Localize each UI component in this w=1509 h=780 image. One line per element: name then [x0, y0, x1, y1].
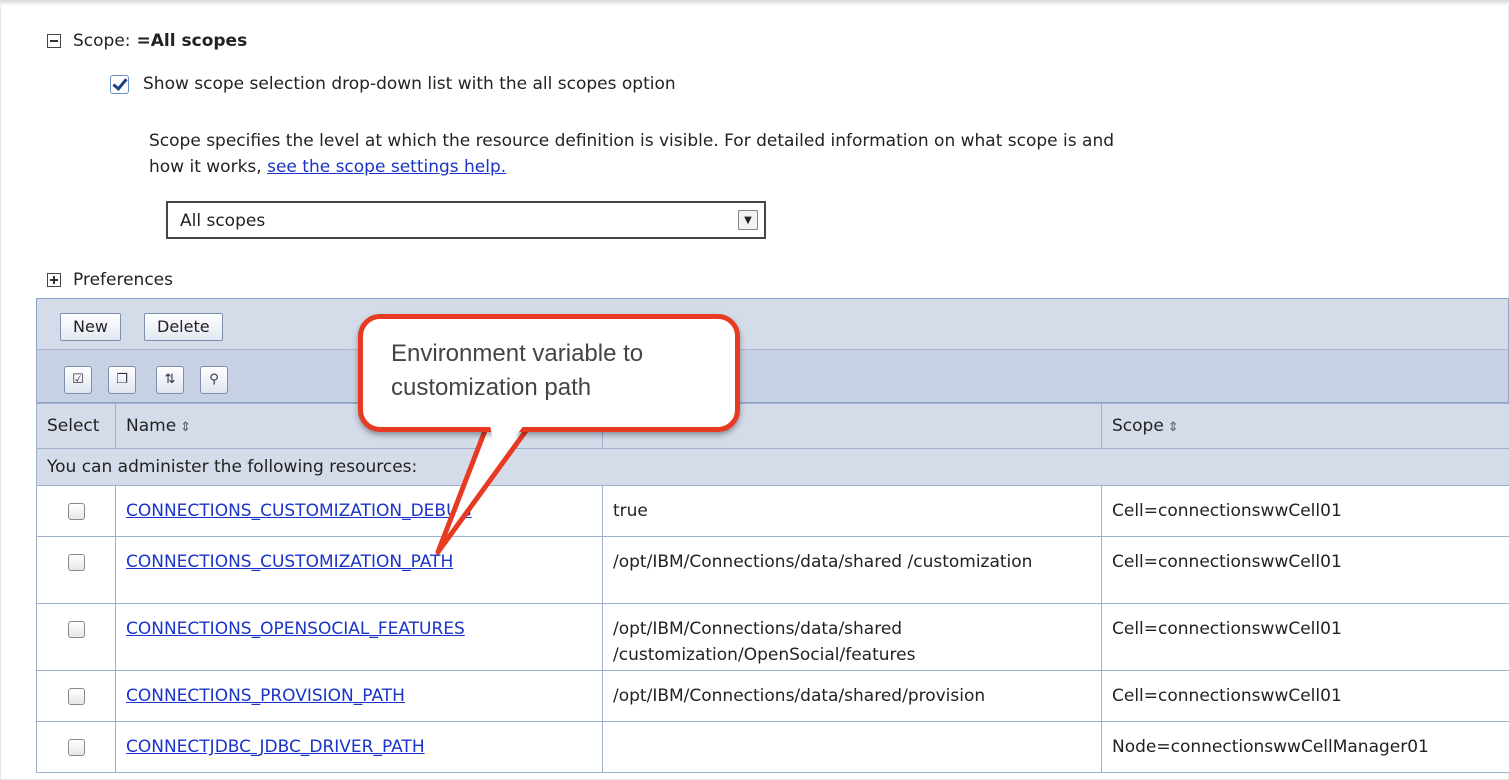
table-row: CONNECTIONS_PROVISION_PATH /opt/IBM/Conn…	[36, 670, 1509, 722]
row-checkbox[interactable]	[67, 621, 85, 638]
row-select-cell	[36, 721, 116, 773]
table-row: CONNECTIONS_CUSTOMIZATION_PATH /opt/IBM/…	[36, 536, 1509, 604]
collapse-icon[interactable]	[47, 34, 61, 48]
scope-cell: Node=connectionswwCellManager01	[1101, 721, 1509, 773]
annotation-callout: Environment variable to customization pa…	[358, 314, 740, 432]
scope-cell: Cell=connectionswwCell01	[1101, 485, 1509, 537]
row-select-cell	[36, 485, 116, 537]
scope-cell: Cell=connectionswwCell01	[1101, 536, 1509, 604]
preferences-label: Preferences	[73, 270, 173, 290]
dropdown-arrow-icon[interactable]: ▼	[738, 210, 758, 230]
row-select-cell	[36, 603, 116, 671]
row-checkbox[interactable]	[67, 739, 85, 756]
scope-cell: Cell=connectionswwCell01	[1101, 603, 1509, 671]
button-bar: New Delete	[36, 298, 1509, 349]
row-select-cell	[36, 670, 116, 722]
table-row: CONNECTIONS_OPENSOCIAL_FEATURES /opt/IBM…	[36, 603, 1509, 671]
expand-icon[interactable]	[47, 273, 61, 287]
name-cell: CONNECTIONS_PROVISION_PATH	[115, 670, 603, 722]
scope-help-link[interactable]: see the scope settings help.	[267, 157, 506, 177]
preferences-section-header[interactable]: Preferences	[47, 270, 173, 290]
variables-table-panel: New Delete ☑ ❐ ⇅ ⚲ Select Name⇕ Value⇕ S…	[36, 298, 1509, 773]
scope-label: Scope:	[73, 31, 131, 51]
show-all-scopes-option[interactable]: Show scope selection drop-down list with…	[110, 74, 676, 94]
name-cell: CONNECTIONS_CUSTOMIZATION_PATH	[115, 536, 603, 604]
variables-table: Select Name⇕ Value⇕ Scope⇕ You can admin…	[36, 403, 1509, 773]
variable-name-link[interactable]: CONNECTIONS_CUSTOMIZATION_DEBUG	[126, 501, 472, 521]
row-checkbox[interactable]	[67, 554, 85, 571]
show-all-scopes-checkbox[interactable]	[110, 74, 129, 94]
sort-icon[interactable]: ⇕	[180, 420, 191, 435]
filter-icon[interactable]: ⚲	[200, 366, 228, 394]
delete-button[interactable]: Delete	[144, 313, 223, 341]
scope-select[interactable]: All scopes ▼	[166, 201, 766, 239]
icon-toolbar: ☑ ❐ ⇅ ⚲	[36, 349, 1509, 403]
row-select-cell	[36, 536, 116, 604]
select-column-header: Select	[36, 403, 116, 449]
sort-icon[interactable]: ⇕	[1168, 420, 1179, 435]
callout-text: Environment variable to customization pa…	[391, 340, 644, 401]
row-checkbox[interactable]	[67, 688, 85, 705]
name-cell: CONNECTIONS_OPENSOCIAL_FEATURES	[115, 603, 603, 671]
value-cell: /opt/IBM/Connections/data/shared/provisi…	[602, 670, 1102, 722]
show-all-scopes-label: Show scope selection drop-down list with…	[143, 74, 676, 94]
table-row: CONNECTIONS_CUSTOMIZATION_DEBUG true Cel…	[36, 485, 1509, 537]
info-text: You can administer the following resourc…	[36, 448, 1509, 486]
scope-select-value: All scopes	[180, 211, 266, 231]
table-row: CONNECTJDBC_JDBC_DRIVER_PATH Node=connec…	[36, 721, 1509, 773]
new-button[interactable]: New	[60, 313, 121, 341]
deselect-all-icon[interactable]: ❐	[108, 366, 136, 394]
variable-name-link[interactable]: CONNECTIONS_PROVISION_PATH	[126, 686, 405, 706]
scope-section-header[interactable]: Scope: =All scopes	[47, 30, 247, 52]
top-edge	[0, 0, 1509, 6]
table-header-row: Select Name⇕ Value⇕ Scope⇕	[36, 403, 1509, 449]
scope-description: Scope specifies the level at which the r…	[149, 128, 1149, 180]
scope-cell: Cell=connectionswwCell01	[1101, 670, 1509, 722]
name-cell: CONNECTIONS_CUSTOMIZATION_DEBUG	[115, 485, 603, 537]
scope-column-header[interactable]: Scope ⇕	[1101, 403, 1509, 449]
row-checkbox[interactable]	[67, 503, 85, 520]
name-cell: CONNECTJDBC_JDBC_DRIVER_PATH	[115, 721, 603, 773]
scope-value: =All scopes	[136, 31, 248, 51]
value-cell: /opt/IBM/Connections/data/shared /custom…	[602, 536, 1102, 604]
value-cell: true	[602, 485, 1102, 537]
expand-filter-icon[interactable]: ⇅	[156, 366, 184, 394]
value-cell	[602, 721, 1102, 773]
select-all-icon[interactable]: ☑	[64, 366, 92, 394]
variable-name-link[interactable]: CONNECTIONS_OPENSOCIAL_FEATURES	[126, 619, 465, 639]
value-cell: /opt/IBM/Connections/data/shared /custom…	[602, 603, 1102, 671]
variable-name-link[interactable]: CONNECTJDBC_JDBC_DRIVER_PATH	[126, 737, 425, 757]
info-row: You can administer the following resourc…	[36, 448, 1509, 486]
variable-name-link[interactable]: CONNECTIONS_CUSTOMIZATION_PATH	[126, 552, 453, 572]
